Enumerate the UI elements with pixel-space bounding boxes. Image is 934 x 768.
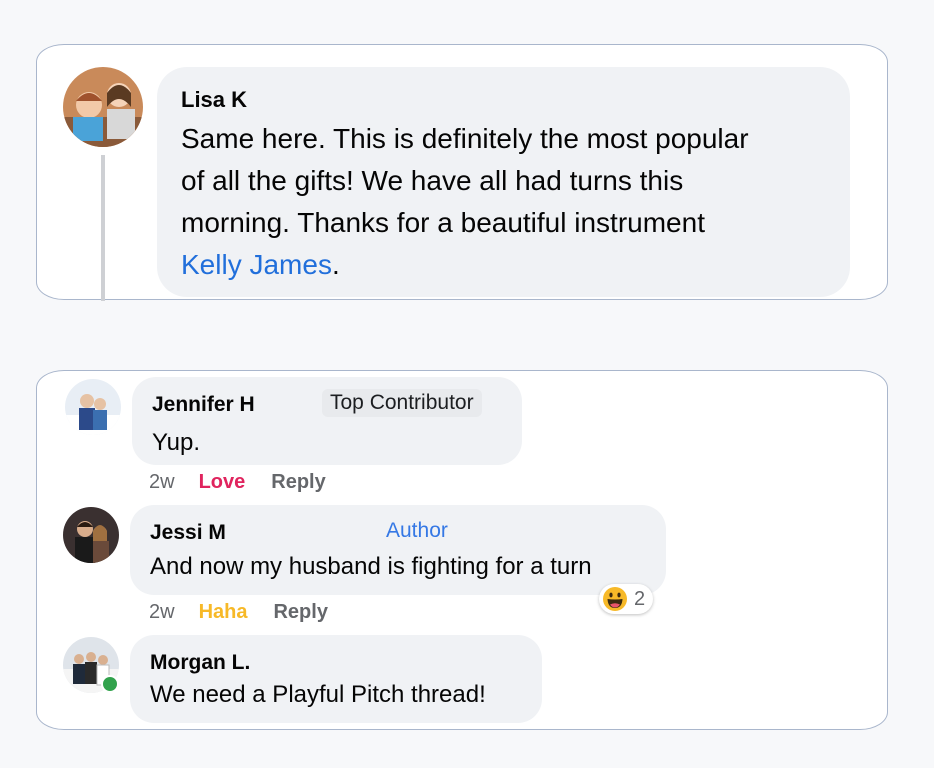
commenter-name[interactable]: Jennifer H bbox=[152, 393, 255, 417]
reply-button[interactable]: Reply bbox=[271, 471, 325, 493]
comment-text: We need a Playful Pitch thread! bbox=[150, 681, 486, 708]
author-badge: Author bbox=[386, 519, 448, 542]
avatar-photo-icon bbox=[65, 379, 121, 435]
mention-link[interactable]: Kelly James bbox=[181, 249, 332, 280]
reaction-count: 2 bbox=[634, 587, 646, 610]
avatar[interactable] bbox=[65, 379, 121, 435]
comment-bubble: Lisa K Same here. This is definitely the… bbox=[157, 67, 850, 297]
avatar-photo-icon bbox=[63, 507, 119, 563]
comment-text-line: of all the gifts! We have all had turns … bbox=[181, 165, 684, 196]
comment-card-lisa: Lisa K Same here. This is definitely the… bbox=[36, 44, 888, 301]
avatar[interactable] bbox=[63, 507, 119, 563]
mention-suffix: . bbox=[331, 249, 340, 280]
comment-bubble: Morgan L. We need a Playful Pitch thread… bbox=[130, 635, 542, 723]
comment-actions: 2w Love Reply bbox=[149, 471, 326, 494]
love-reaction-button[interactable]: Love bbox=[199, 471, 246, 493]
comment-text: And now my husband is fighting for a tur… bbox=[150, 553, 592, 580]
commenter-name[interactable]: Jessi M bbox=[150, 521, 226, 545]
comment-time[interactable]: 2w bbox=[149, 601, 175, 623]
reply-button[interactable]: Reply bbox=[273, 601, 327, 623]
avatar[interactable] bbox=[63, 67, 143, 147]
comments-card: Jennifer H Top Contributor Yup. 2w Love Re… bbox=[36, 370, 888, 730]
grinning-face-icon bbox=[603, 587, 627, 611]
comment-bubble: Jessi M Author And now my husband is fig… bbox=[130, 505, 666, 595]
comment-text: Yup. bbox=[152, 429, 201, 456]
comment-text-line: morning. Thanks for a beautiful instrume… bbox=[181, 207, 705, 238]
comment-actions: 2w Haha Reply bbox=[149, 601, 328, 624]
comment-bubble: Jennifer H Top Contributor Yup. bbox=[132, 377, 522, 465]
commenter-name[interactable]: Lisa K bbox=[181, 87, 247, 113]
avatar-photo-icon bbox=[63, 67, 143, 147]
online-status-dot bbox=[101, 675, 119, 693]
reaction-summary[interactable]: 2 bbox=[599, 584, 654, 614]
thread-line bbox=[101, 155, 105, 301]
commenter-name[interactable]: Morgan L. bbox=[150, 651, 250, 675]
comment-text-line: Same here. This is definitely the most p… bbox=[181, 123, 749, 154]
comment-time[interactable]: 2w bbox=[149, 471, 175, 493]
comment-text-line: Kelly James. bbox=[181, 249, 340, 281]
haha-reaction-button[interactable]: Haha bbox=[199, 601, 248, 623]
top-contributor-badge: Top Contributor bbox=[322, 389, 482, 417]
